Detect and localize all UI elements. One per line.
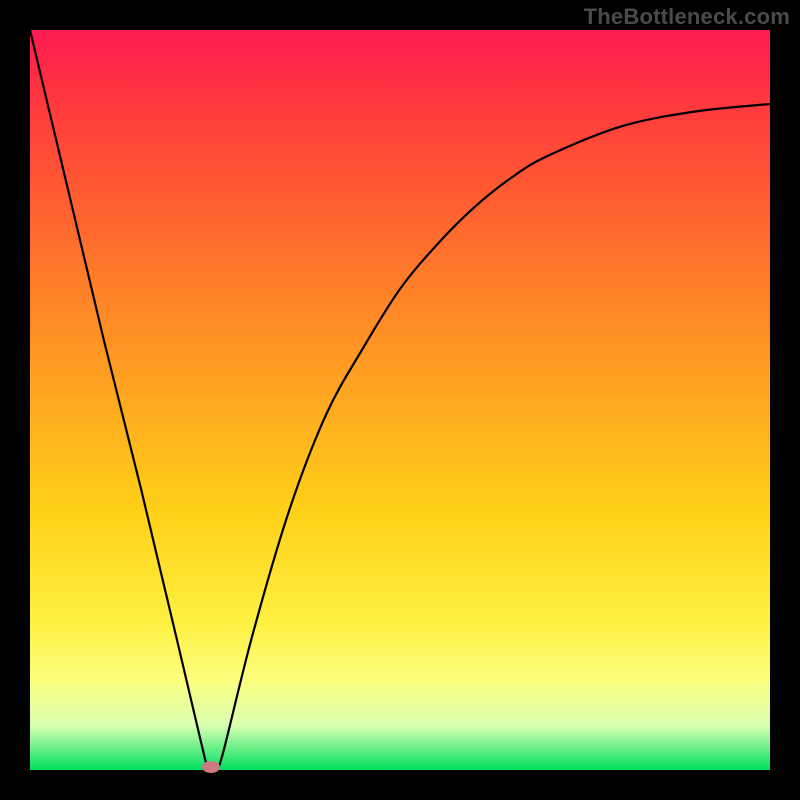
- plot-area: [30, 30, 770, 770]
- watermark-text: TheBottleneck.com: [584, 4, 790, 30]
- minimum-marker-dot: [202, 761, 220, 773]
- bottleneck-curve-path: [30, 30, 770, 770]
- curve-svg: [30, 30, 770, 770]
- chart-frame: TheBottleneck.com: [0, 0, 800, 800]
